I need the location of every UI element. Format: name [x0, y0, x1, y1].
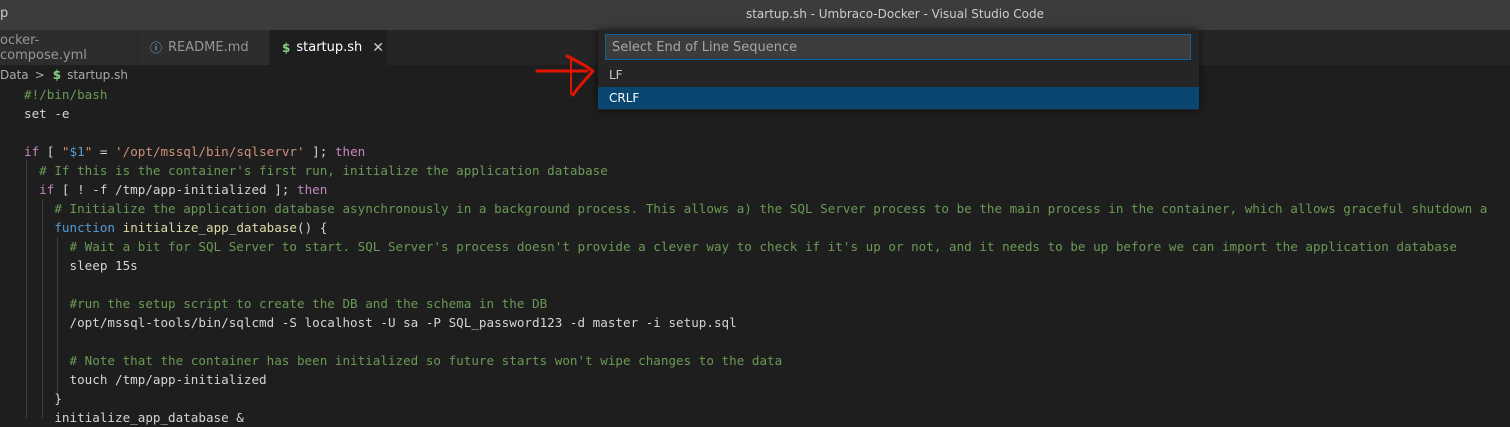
code-line: function initialize_app_database() { — [54, 220, 328, 235]
code-line: /opt/mssql-tools/bin/sqlcmd -S localhost… — [24, 315, 737, 330]
option-label: CRLF — [609, 91, 640, 105]
code-line: set -e — [24, 106, 70, 121]
eol-search-input[interactable] — [605, 34, 1191, 60]
breadcrumb-folder[interactable]: Data — [0, 68, 29, 82]
dollar-icon: $ — [52, 68, 62, 82]
close-icon[interactable]: ✕ — [372, 40, 384, 56]
code-line: } — [24, 391, 62, 406]
dollar-icon: $ — [282, 40, 291, 55]
option-label: LF — [609, 68, 623, 82]
quick-pick-eol: LF CRLF — [598, 30, 1199, 110]
breadcrumb-separator-icon: > — [34, 68, 45, 82]
code-line: sleep 15s — [24, 258, 138, 273]
tab-startup-sh[interactable]: $ startup.sh ✕ — [270, 30, 388, 65]
code-line: # Note that the container has been initi… — [24, 353, 783, 368]
breadcrumb-file[interactable]: startup.sh — [67, 68, 128, 82]
tab-docker-compose[interactable]: ocker-compose.yml — [0, 30, 138, 65]
code-line: if [ "$1" = '/opt/mssql/bin/sqlservr' ];… — [24, 144, 366, 159]
code-line: # Initialize the application database as… — [24, 201, 1488, 216]
info-icon: ⓘ — [150, 41, 163, 55]
code-line: # If this is the container's first run, … — [24, 163, 608, 178]
tab-label: startup.sh — [296, 40, 363, 55]
window-title: startup.sh - Umbraco-Docker - Visual Stu… — [745, 7, 1045, 21]
tab-label: ocker-compose.yml — [0, 32, 87, 63]
code-line: #!/bin/bash — [24, 87, 108, 102]
code-line: # Wait a bit for SQL Server to start. SQ… — [24, 239, 1458, 254]
code-line: touch /tmp/app-initialized — [24, 372, 267, 387]
eol-option-lf[interactable]: LF — [598, 64, 1199, 86]
tab-readme[interactable]: ⓘ README.md — [138, 30, 270, 65]
eol-option-crlf[interactable]: CRLF — [598, 87, 1199, 109]
tab-label: README.md — [168, 40, 249, 55]
code-line: #run the setup script to create the DB a… — [24, 296, 548, 311]
code-editor[interactable]: #!/bin/bash set -e if [ "$1" = '/opt/mss… — [0, 85, 1510, 425]
red-arrow-annotation-icon — [535, 54, 595, 97]
code-line: if [ ! -f /tmp/app-initialized ]; then — [39, 182, 328, 197]
title-bar: p startup.sh - Umbraco-Docker - Visual S… — [0, 0, 1510, 30]
